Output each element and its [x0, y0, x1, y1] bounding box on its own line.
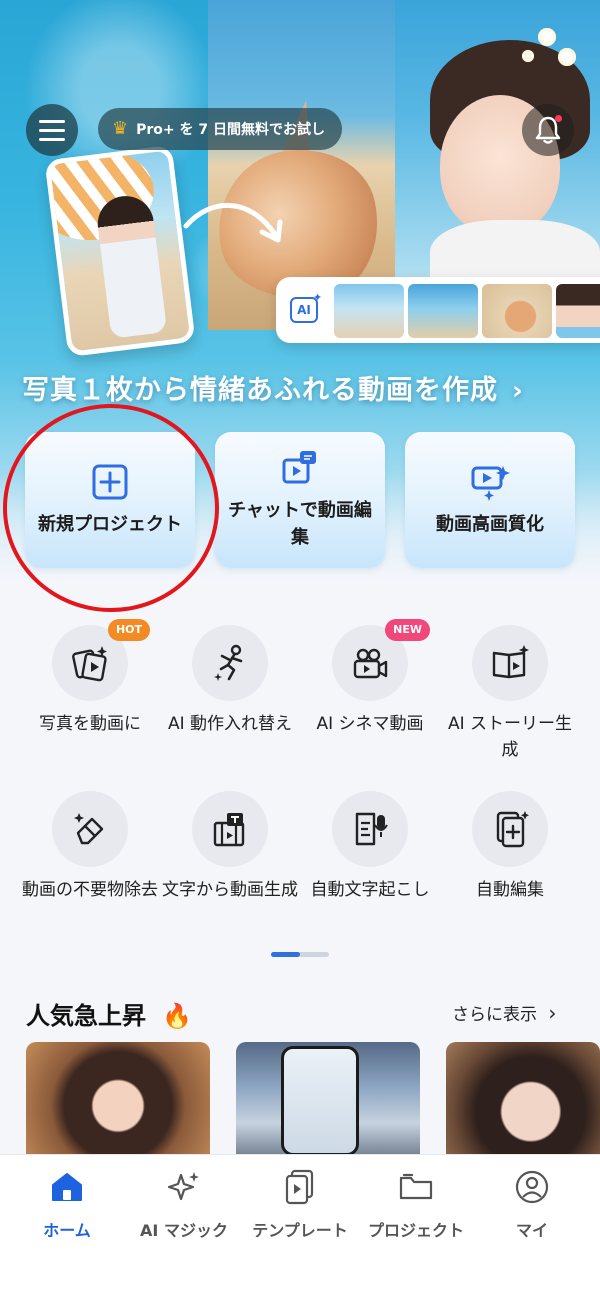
new-badge: NEW: [385, 619, 430, 641]
flower-decoration: [538, 28, 556, 46]
feature-object-removal[interactable]: 動画の不要物除去: [20, 791, 160, 903]
notification-dot: [555, 115, 562, 122]
auto-edit-icon: [496, 811, 529, 848]
frame-thumbnail: [482, 284, 552, 338]
menu-button[interactable]: [26, 104, 78, 156]
source-photo-card: [44, 144, 196, 358]
feature-label: 動画の不要物除去: [22, 880, 158, 900]
tab-templates[interactable]: テンプレート: [240, 1169, 360, 1241]
video-enhance-label: 動画高画質化: [436, 513, 544, 535]
tab-home[interactable]: ホーム: [7, 1169, 127, 1241]
feature-label: 自動編集: [476, 880, 544, 900]
frame-thumbnail: [556, 284, 600, 338]
feature-text-to-video[interactable]: 文字から動画生成: [160, 791, 300, 903]
trending-video-card[interactable]: [26, 1042, 210, 1158]
cinema-camera-icon: [353, 648, 388, 679]
feature-label: 文字から動画生成: [162, 880, 298, 900]
feature-auto-transcribe[interactable]: 自動文字起こし: [300, 791, 440, 903]
new-project-label: 新規プロジェクト: [38, 513, 182, 535]
crown-icon: ♛: [112, 118, 129, 139]
tab-label: マイ: [515, 1221, 548, 1240]
trending-video-card[interactable]: [236, 1042, 420, 1158]
chevron-right-icon: ›: [512, 376, 524, 406]
see-more-link[interactable]: さらに表示 ›: [452, 1000, 556, 1025]
phone-frame: [281, 1046, 359, 1156]
tab-label: テンプレート: [252, 1221, 348, 1240]
flower-decoration: [522, 50, 534, 62]
sparkle-icon: ✦: [313, 291, 323, 304]
feature-photo-to-video[interactable]: HOT 写真を動画に: [20, 619, 160, 737]
text-to-video-icon: [213, 813, 245, 847]
hamburger-icon-line: [39, 137, 65, 141]
chat-video-edit-button[interactable]: チャットで動画編集: [215, 432, 385, 568]
chat-video-edit-label: チャットで動画編集: [228, 500, 372, 548]
template-icon: [285, 1169, 314, 1205]
trending-title-text: 人気急上昇: [26, 1002, 146, 1030]
trending-title: 人気急上昇 🔥: [26, 996, 192, 1031]
story-book-icon: [492, 645, 529, 679]
user-icon: [515, 1170, 549, 1204]
trending-video-card[interactable]: [446, 1042, 600, 1158]
girl-figure: [94, 192, 168, 339]
hot-badge: HOT: [107, 619, 150, 641]
tab-ai-magic[interactable]: AI マジック: [124, 1169, 244, 1241]
feature-label: AI 動作入れ替え: [167, 714, 293, 734]
pro-trial-label: Pro+ を 7 日間無料でお試し: [136, 122, 326, 138]
tab-label: ホーム: [43, 1221, 91, 1240]
flower-decoration: [558, 48, 576, 66]
curved-arrow-icon: [183, 203, 283, 243]
transcribe-mic-icon: [355, 812, 388, 846]
hero-headline-link[interactable]: 写真１枚から情緒あふれる動画を作成 ›: [22, 368, 582, 407]
plus-square-icon: [92, 464, 128, 499]
pro-trial-button[interactable]: ♛ Pro+ を 7 日間無料でお試し: [98, 108, 342, 150]
fire-icon: 🔥: [162, 1002, 193, 1030]
feature-label: 自動文字起こし: [310, 880, 430, 900]
new-project-button[interactable]: 新規プロジェクト: [25, 432, 195, 568]
tab-projects[interactable]: プロジェクト: [356, 1169, 476, 1241]
eraser-icon: [74, 813, 104, 845]
feature-label: 写真を動画に: [39, 714, 141, 734]
sparkle-icon: [167, 1172, 199, 1201]
video-enhance-icon: [471, 465, 510, 501]
video-enhance-button[interactable]: 動画高画質化: [405, 432, 575, 568]
feature-ai-motion-swap[interactable]: AI 動作入れ替え: [160, 625, 300, 737]
feature-ai-story[interactable]: AI ストーリー生成: [440, 625, 580, 763]
page-indicator: [271, 952, 329, 957]
tab-label: AI マジック: [140, 1221, 228, 1240]
frame-thumbnail: [408, 284, 478, 338]
chevron-right-icon: ›: [548, 1001, 557, 1025]
feature-ai-cinema[interactable]: NEW AI シネマ動画: [300, 619, 440, 737]
frame-thumbnail: [334, 284, 404, 338]
home-icon: [52, 1173, 82, 1201]
dance-motion-icon: [214, 644, 243, 681]
tab-label: プロジェクト: [367, 1221, 464, 1240]
hero-headline-text: 写真１枚から情緒あふれる動画を作成: [22, 375, 498, 406]
hamburger-icon-line: [39, 128, 65, 132]
feature-label: AI ストーリー生成: [447, 714, 573, 760]
feature-label: AI シネマ動画: [316, 714, 424, 734]
hamburger-icon-line: [39, 119, 65, 123]
feature-auto-edit[interactable]: 自動編集: [440, 791, 580, 903]
tab-my-page[interactable]: マイ: [472, 1169, 592, 1241]
folder-icon: [399, 1173, 433, 1200]
photo-to-video-icon: [72, 646, 107, 682]
see-more-label: さらに表示: [452, 1005, 537, 1025]
page-indicator-active: [271, 952, 300, 957]
chat-video-icon: [282, 451, 316, 484]
bottom-tab-bar: ホーム AI マジック テンプレート プロジェクト マイ: [0, 1154, 600, 1301]
notification-button[interactable]: [522, 104, 574, 156]
